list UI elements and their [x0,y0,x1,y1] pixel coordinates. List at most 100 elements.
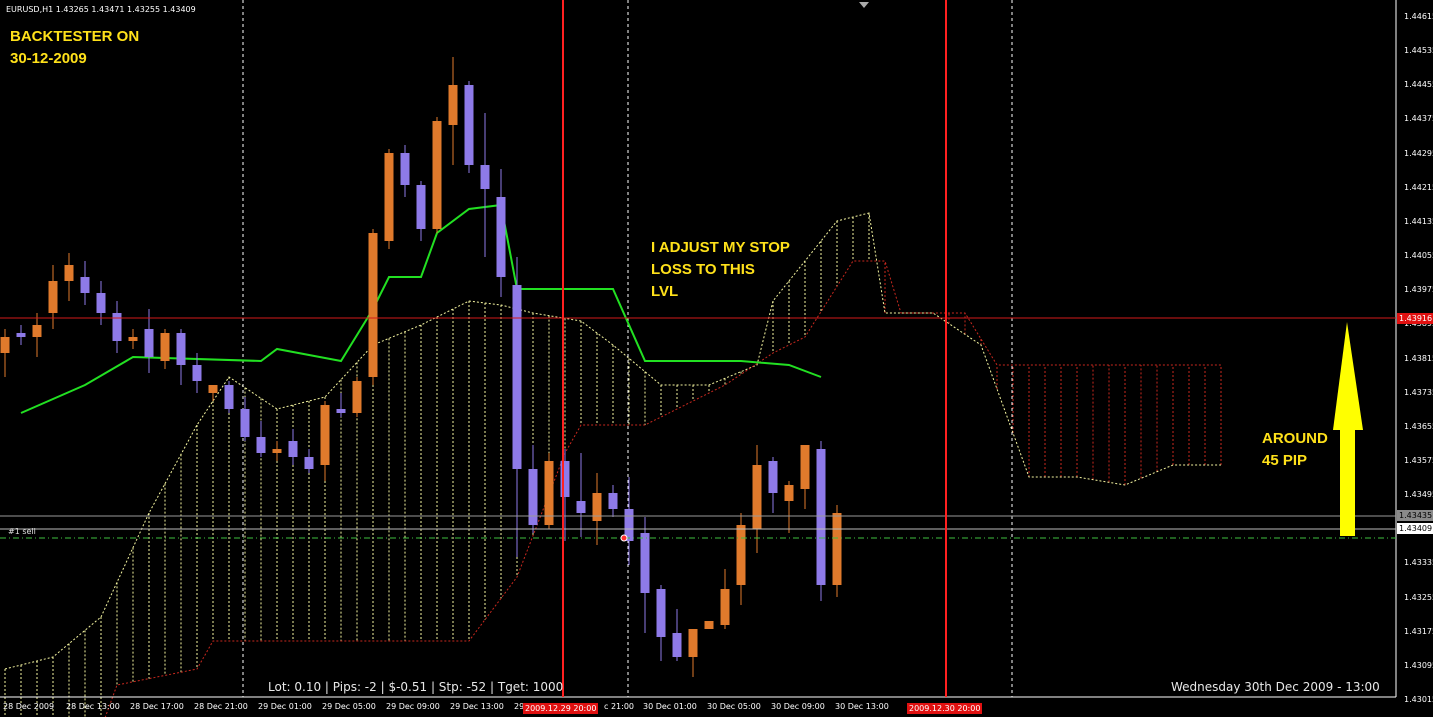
bull-candle [448,85,458,125]
time-tick-label: 30 Dec 09:00 [771,702,825,711]
price-tick-label: 1.43495 [1404,490,1433,500]
pip-annotation: AROUND 45 PIP [1262,428,1328,472]
stop-annotation-line2: LOSS TO THIS [651,261,755,278]
bear-candle [112,313,122,341]
stop-annotation-line1: I ADJUST MY STOP [651,239,790,256]
price-tick-label: 1.43655 [1404,421,1433,431]
bear-candle [176,333,186,365]
bull-candle [320,405,330,465]
price-tick-label: 1.44295 [1404,148,1433,158]
time-tick-label: 29 Dec 13:00 [450,702,504,711]
ask-price-tag: 1.43409 [1397,523,1433,534]
order-label: #1 sell [8,527,36,536]
bull-candle [720,589,730,625]
price-tick-label: 1.43175 [1404,626,1433,636]
bear-candle [640,533,650,593]
bear-candle [480,165,490,189]
backtester-date: 30-12-2009 [10,50,87,67]
arrow-shaft [1340,428,1355,536]
bear-candle [672,633,682,657]
bull-candle [800,445,810,489]
bull-candle [128,337,138,341]
bull-candle [352,381,362,413]
bear-candle [336,409,346,413]
price-chart[interactable] [0,0,1433,717]
bear-candle [656,589,666,637]
time-tick-label: c 21:00 [604,702,634,711]
bull-candle [64,265,74,281]
bear-candle [608,493,618,509]
bear-candle [240,409,250,437]
price-tick-label: 1.44455 [1404,80,1433,90]
bull-candle [544,461,554,525]
price-tick-label: 1.44135 [1404,216,1433,226]
bear-candle [816,449,826,585]
bull-candle [160,333,170,361]
bull-candle [832,513,842,585]
chart-background [0,0,1433,717]
bear-candle [96,293,106,313]
price-tick-label: 1.43575 [1404,455,1433,465]
bear-candle [464,85,474,165]
vline-marker-1: 2009.12.29 20:00 [523,703,599,714]
bear-candle [576,501,586,513]
bull-candle [592,493,602,521]
bull-candle [0,337,10,353]
bull-candle [704,621,714,629]
bear-candle [400,153,410,185]
price-tick-label: 1.43255 [1404,592,1433,602]
time-tick-label: 28 Dec 13:00 [66,702,120,711]
price-tick-label: 1.44055 [1404,251,1433,261]
symbol-header: EURUSD,H1 1.43265 1.43471 1.43255 1.4340… [6,5,196,14]
bear-candle [560,461,570,497]
vline-marker-2: 2009.12.30 20:00 [907,703,983,714]
pip-annotation-line1: AROUND [1262,430,1328,447]
price-tick-label: 1.44375 [1404,114,1433,124]
time-tick-label: 29 Dec 01:00 [258,702,312,711]
time-tick-label: 28 Dec 17:00 [130,702,184,711]
price-tick-label: 1.44615 [1404,12,1433,21]
pip-annotation-line2: 45 PIP [1262,452,1308,469]
bear-candle [528,469,538,525]
stop-price-tag: 1.43916 [1397,313,1433,324]
time-tick-label: 29 Dec 09:00 [386,702,440,711]
backtester-annotation: BACKTESTER ON 30-12-2009 [10,26,139,70]
bear-candle [256,437,266,453]
time-tick-label: 28 Dec 2009 [3,702,55,711]
bull-candle [752,465,762,529]
price-tick-label: 1.44215 [1404,182,1433,192]
time-tick-label: 30 Dec 05:00 [707,702,761,711]
price-tick-label: 1.43095 [1404,660,1433,670]
bear-candle [144,329,154,357]
bear-candle [512,285,522,469]
bear-candle [224,385,234,409]
bull-candle [688,629,698,657]
bull-candle [208,385,218,393]
entry-marker [620,534,628,542]
time-tick-label: 30 Dec 01:00 [643,702,697,711]
bull-candle [48,281,58,313]
date-readout: Wednesday 30th Dec 2009 - 13:00 [1171,680,1380,694]
price-tick-label: 1.43975 [1404,285,1433,295]
bull-candle [32,325,42,337]
price-tick-label: 1.43015 [1404,695,1433,704]
bear-candle [768,461,778,493]
bull-candle [432,121,442,229]
backtester-title: BACKTESTER ON [10,28,140,45]
bear-candle [304,457,314,469]
bear-candle [416,185,426,229]
bear-candle [16,333,26,337]
price-tick-label: 1.43335 [1404,558,1433,568]
time-tick-label: 29 Dec 05:00 [322,702,376,711]
bear-candle [192,365,202,381]
info-bar: Lot: 0.10 | Pips: -2 | $-0.51 | Stp: -52… [268,680,564,694]
bear-candle [288,441,298,457]
bull-candle [272,449,282,453]
bear-candle [496,197,506,277]
bull-candle [784,485,794,501]
time-tick-label: 30 Dec 13:00 [835,702,889,711]
price-tick-label: 1.43815 [1404,353,1433,363]
time-tick-label: 28 Dec 21:00 [194,702,248,711]
price-tick-label: 1.43735 [1404,387,1433,397]
bull-candle [384,153,394,241]
